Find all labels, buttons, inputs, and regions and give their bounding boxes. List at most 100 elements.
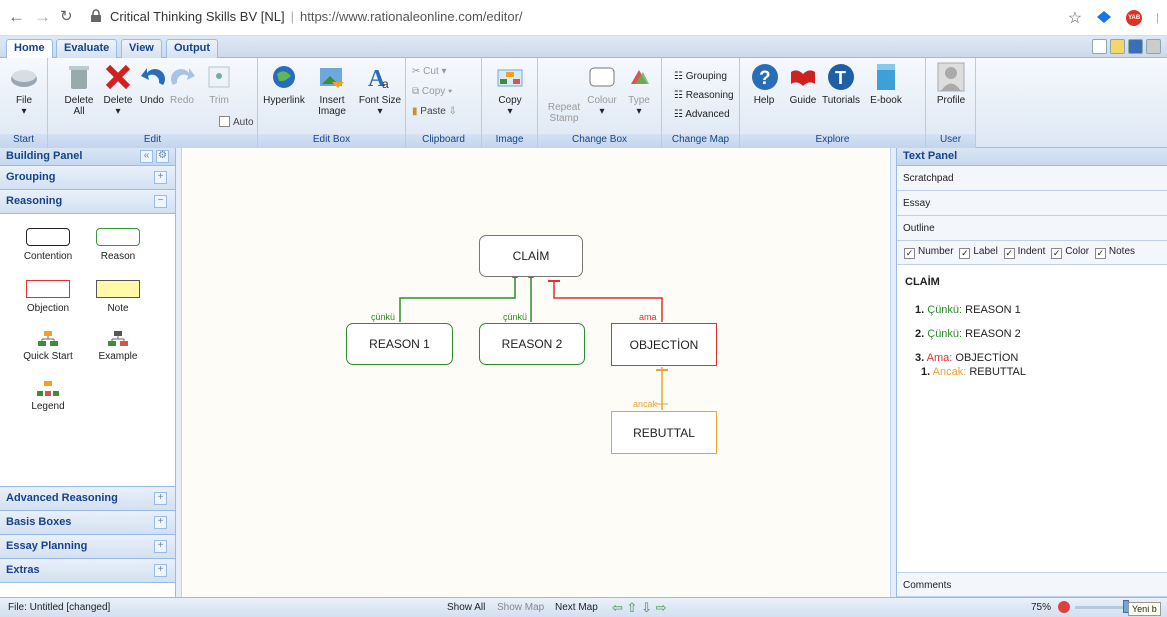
cut-button[interactable]: ✂ Cut ▾ xyxy=(412,66,447,77)
palette-objection[interactable]: Objection xyxy=(20,280,76,314)
tooltip: Yeni b xyxy=(1128,602,1161,616)
expand-essay-icon[interactable]: + xyxy=(154,540,167,553)
tab-outline[interactable]: Outline xyxy=(897,216,1167,241)
ebook-button[interactable]: E-book xyxy=(868,62,904,106)
building-panel: Building Panel « ⚙ Grouping + Reasoning − … xyxy=(0,148,176,597)
repeat-stamp-button[interactable]: Repeat Stamp xyxy=(546,102,582,124)
advanced-reasoning-label: Advanced Reasoning xyxy=(6,492,118,504)
objection-box-icon xyxy=(26,280,70,298)
group-label-user: User xyxy=(926,134,975,148)
reason1-node[interactable]: REASON 1 xyxy=(346,323,453,365)
file-button[interactable]: File ▾ xyxy=(8,62,40,117)
arrow-left-icon[interactable]: ⇦ xyxy=(612,600,623,615)
objection-node[interactable]: OBJECTİON xyxy=(611,323,717,366)
advanced-map-button[interactable]: ☷ Advanced xyxy=(674,109,730,120)
palette-contention[interactable]: Contention xyxy=(20,228,76,262)
arrow-right-icon[interactable]: ⇨ xyxy=(656,600,667,615)
forward-icon[interactable]: → xyxy=(34,8,51,26)
open-folder-icon[interactable] xyxy=(1110,39,1125,54)
number-checkbox[interactable]: ✓ xyxy=(904,248,915,259)
tab-scratchpad[interactable]: Scratchpad xyxy=(897,166,1167,191)
auto-check-box[interactable] xyxy=(219,116,230,127)
indent-checkbox[interactable]: ✓ xyxy=(1003,248,1015,259)
undo-button[interactable]: Undo xyxy=(138,62,166,106)
arrow-down-icon[interactable]: ⇩ xyxy=(641,600,652,615)
expand-basis-icon[interactable]: + xyxy=(154,516,167,529)
comments-header[interactable]: Comments xyxy=(897,572,1167,597)
color-checkbox[interactable]: ✓ xyxy=(1051,248,1063,259)
palette-note[interactable]: Note xyxy=(90,280,146,314)
rebuttal-node[interactable]: REBUTTAL xyxy=(611,411,717,454)
grouping-button[interactable]: ☷ Grouping xyxy=(674,71,727,82)
zoom-out-icon[interactable] xyxy=(1058,601,1070,613)
section-essay-planning[interactable]: Essay Planning + xyxy=(0,535,175,559)
show-all-button[interactable]: Show All xyxy=(447,602,485,613)
label-checkbox[interactable]: ✓ xyxy=(959,248,971,259)
profile-button[interactable]: Profile xyxy=(934,62,968,106)
type-button[interactable]: Type ▾ xyxy=(624,62,654,117)
font-size-button[interactable]: Aa Font Size ▾ xyxy=(358,62,402,117)
trim-button[interactable]: Trim xyxy=(204,62,234,106)
section-reasoning[interactable]: Reasoning − xyxy=(0,190,175,214)
tab-home[interactable]: Home xyxy=(6,39,53,59)
paste-label: Paste xyxy=(420,106,446,117)
palette-legend[interactable]: Legend xyxy=(18,380,78,412)
paste-button[interactable]: ▮ Paste ⇩ xyxy=(412,106,457,117)
reload-icon[interactable]: ↻ xyxy=(60,8,73,26)
collapse-reasoning-icon[interactable]: − xyxy=(154,195,167,208)
section-advanced-reasoning[interactable]: Advanced Reasoning + xyxy=(0,487,175,511)
show-map-button[interactable]: Show Map xyxy=(497,602,544,613)
group-change-map: ☷ Grouping ☷ Reasoning ☷ Advanced Change… xyxy=(662,58,740,148)
group-label-change-map: Change Map xyxy=(662,134,739,148)
delete-all-button[interactable]: Delete All xyxy=(62,62,96,117)
delete-button[interactable]: Delete ▾ xyxy=(102,62,134,117)
section-extras[interactable]: Extras + xyxy=(0,559,175,583)
copy-icon: ⧉ xyxy=(412,86,422,97)
expand-extras-icon[interactable]: + xyxy=(154,564,167,577)
arrow-up-icon[interactable]: ⇧ xyxy=(627,600,638,615)
address-bar[interactable]: Critical Thinking Skills BV [NL] | https:/… xyxy=(110,9,523,24)
tab-essay[interactable]: Essay xyxy=(897,191,1167,216)
outline-options: ✓ Number ✓ Label ✓ Indent ✓ Color ✓ Notes xyxy=(897,241,1167,265)
save-icon[interactable] xyxy=(1128,39,1143,54)
reason2-node[interactable]: REASON 2 xyxy=(479,323,585,365)
status-bar: File: Untitled [changed] Show All Show M… xyxy=(0,597,1167,617)
palette-quick-start[interactable]: Quick Start xyxy=(18,330,78,362)
tab-view[interactable]: View xyxy=(121,39,162,58)
expand-advanced-icon[interactable]: + xyxy=(154,492,167,505)
print-icon[interactable] xyxy=(1146,39,1161,54)
help-button[interactable]: ? Help xyxy=(750,62,778,106)
reasoning-map-button[interactable]: ☷ Reasoning xyxy=(674,90,734,101)
group-clipboard: ✂ Cut ▾ ⧉ Copy ▾ ▮ Paste ⇩ Clipboard xyxy=(406,58,482,148)
tab-evaluate[interactable]: Evaluate xyxy=(56,39,118,58)
advanced-map-label: Advanced xyxy=(685,109,730,120)
bookmark-star-icon[interactable]: ☆ xyxy=(1068,8,1082,28)
expand-grouping-icon[interactable]: + xyxy=(154,171,167,184)
image-copy-button[interactable]: Copy ▾ xyxy=(494,62,526,117)
new-file-icon[interactable] xyxy=(1092,39,1107,54)
notes-checkbox[interactable]: ✓ xyxy=(1094,248,1106,259)
essay-planning-label: Essay Planning xyxy=(6,540,88,552)
yab-badge[interactable]: YAB xyxy=(1126,10,1143,26)
hyperlink-button[interactable]: Hyperlink xyxy=(262,62,306,106)
settings-icon[interactable]: ⚙ xyxy=(156,150,169,163)
collapse-left-icon[interactable]: « xyxy=(140,150,153,163)
palette-reason[interactable]: Reason xyxy=(90,228,146,262)
map-canvas[interactable]: CLAİM REASON 1 REASON 2 OBJECTİON REBUTT… xyxy=(182,148,896,597)
tab-output[interactable]: Output xyxy=(166,39,219,58)
colour-button[interactable]: Colour ▾ xyxy=(586,62,618,117)
auto-checkbox[interactable]: Auto xyxy=(216,116,254,128)
extension-icon[interactable] xyxy=(1096,10,1112,27)
back-icon[interactable]: ← xyxy=(8,8,25,26)
guide-button[interactable]: Guide xyxy=(788,62,818,106)
next-map-button[interactable]: Next Map xyxy=(555,602,598,613)
redo-button[interactable]: Redo xyxy=(168,62,196,106)
tutorials-button[interactable]: T Tutorials xyxy=(820,62,862,106)
claim-node[interactable]: CLAİM xyxy=(479,235,583,277)
section-basis-boxes[interactable]: Basis Boxes + xyxy=(0,511,175,535)
palette-example[interactable]: Example xyxy=(88,330,148,362)
insert-image-button[interactable]: Insert Image xyxy=(312,62,352,117)
section-grouping[interactable]: Grouping + xyxy=(0,166,175,190)
zoom-slider[interactable] xyxy=(1075,606,1125,609)
copy-small-button[interactable]: ⧉ Copy ▾ xyxy=(412,86,452,97)
